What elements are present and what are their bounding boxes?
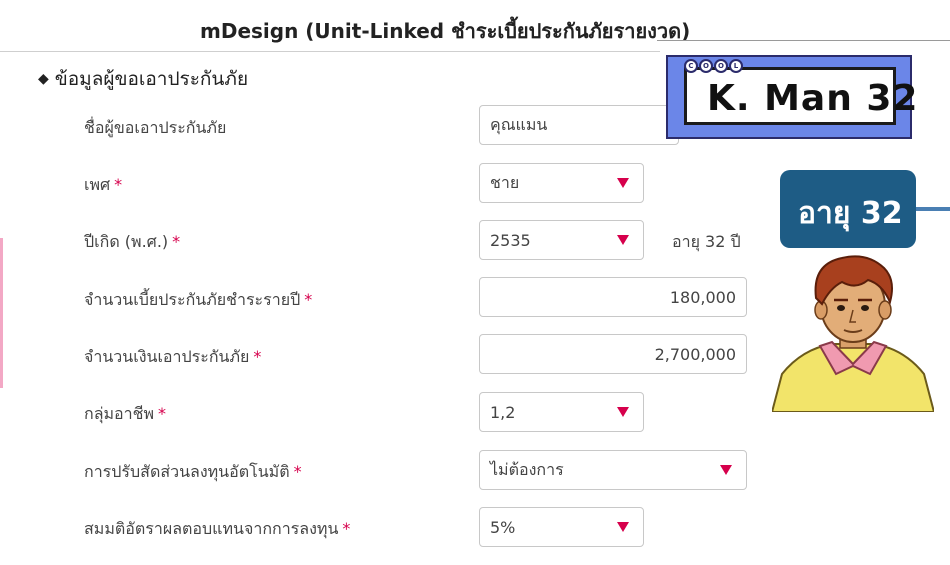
age-badge-connector [916,207,950,211]
diamond-bullet-icon: ◆ [38,71,49,87]
occupation-select[interactable]: 1,2 [479,392,644,432]
name-input-value: คุณแมน [490,114,548,134]
cool-letter: L [729,59,743,73]
occupation-label: กลุ่มอาชีพ * [84,404,167,423]
required-mark: * [158,404,167,423]
premium-input-value: 180,000 [669,287,736,307]
required-mark: * [304,290,313,309]
required-mark: * [114,175,123,194]
dropdown-arrow-icon [617,522,629,532]
dropdown-arrow-icon [617,235,629,245]
birth-year-select[interactable]: 2535 [479,220,644,260]
rebalance-select[interactable]: ไม่ต้องการ [479,450,747,490]
birth-year-label: ปีเกิด (พ.ศ.) * [84,232,181,251]
rebalance-label: การปรับสัดส่วนลงทุนอัตโนมัติ * [84,462,302,481]
cool-badge: C O O L [684,59,743,73]
dropdown-arrow-icon [720,465,732,475]
cool-letter: O [699,59,713,73]
name-card-text: K. Man 32 [707,78,919,119]
cool-letter: C [684,59,698,73]
sum-insured-input[interactable]: 2,700,000 [479,334,747,374]
name-card-inner: K. Man 32 [684,67,917,125]
divider [657,40,950,41]
birth-year-select-value: 2535 [490,230,531,250]
name-input[interactable]: คุณแมน [479,105,679,145]
return-rate-select[interactable]: 5% [479,507,644,547]
return-rate-select-value: 5% [490,517,516,537]
cool-letter: O [714,59,728,73]
age-badge: อายุ 32 [780,170,916,248]
dropdown-arrow-icon [617,407,629,417]
name-card: K. Man 32 C O O L [666,55,917,139]
age-badge-text: อายุ 32 [798,196,903,231]
page-header: mDesign (Unit-Linked ชำระเบี้ยประกันภัยร… [0,0,690,52]
rebalance-select-value: ไม่ต้องการ [490,459,564,479]
required-mark: * [172,232,181,251]
required-mark: * [253,347,262,366]
name-label: ชื่อผู้ขอเอาประกันภัย [84,118,227,137]
age-display: อายุ 32 ปี [672,232,741,251]
gender-label: เพศ * [84,175,123,194]
sum-insured-input-value: 2,700,000 [654,344,736,364]
premium-input[interactable]: 180,000 [479,277,747,317]
occupation-select-value: 1,2 [490,402,516,422]
gender-select-value: ชาย [490,172,520,192]
required-mark: * [342,519,351,538]
gender-select[interactable]: ชาย [479,163,644,203]
left-accent-bar [0,238,3,388]
section-heading-text: ข้อมูลผู้ขอเอาประกันภัย [54,68,249,90]
premium-label: จำนวนเบี้ยประกันภัยชำระรายปี * [84,290,313,309]
sum-insured-label: จำนวนเงินเอาประกันภัย * [84,347,262,366]
required-mark: * [293,462,302,481]
avatar-illustration [772,255,934,412]
page-title: mDesign (Unit-Linked ชำระเบี้ยประกันภัยร… [200,19,691,43]
dropdown-arrow-icon [617,178,629,188]
return-rate-label: สมมติอัตราผลตอบแทนจากการลงทุน * [84,519,351,538]
section-heading: ◆ ข้อมูลผู้ขอเอาประกันภัย [38,64,248,94]
